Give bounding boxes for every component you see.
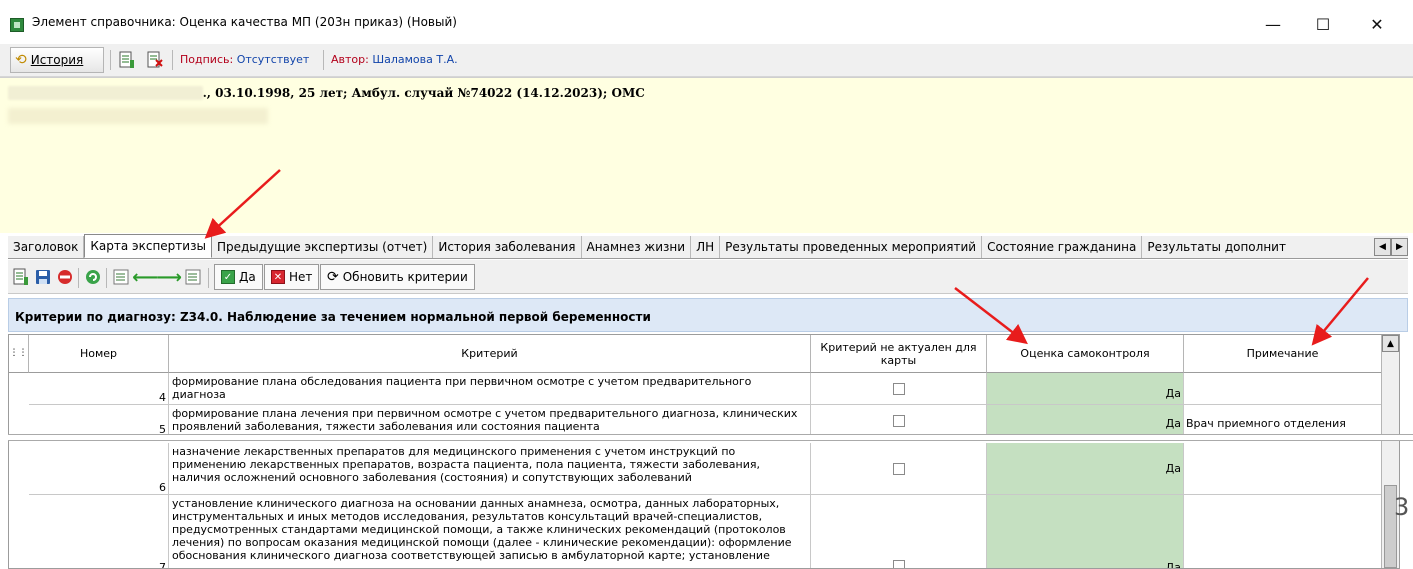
table-row-score[interactable]: Да: [987, 405, 1184, 437]
toolbar-separator: [172, 50, 173, 70]
toolbar-separator: [110, 50, 111, 70]
check-icon: ✓: [221, 270, 235, 284]
screenshot-seam: [8, 434, 1413, 441]
tab-additional-results[interactable]: Результаты дополнит: [1142, 236, 1291, 258]
refresh-green-icon[interactable]: [84, 268, 102, 286]
yes-button[interactable]: ✓ Да: [214, 264, 263, 290]
list-icon[interactable]: [112, 268, 130, 286]
expertise-toolbar: ⟵ ⟶ ✓ Да ✕ Нет ⟳ Обновить критерии: [8, 260, 1408, 294]
column-header-not-applicable[interactable]: Критерий не актуален для карты: [811, 335, 987, 373]
tab-activity-results[interactable]: Результаты проведенных мероприятий: [720, 236, 983, 258]
signature-status: Подпись: Отсутствует: [180, 53, 310, 66]
table-row-na-cell: [811, 373, 987, 405]
table-row-number: 7: [29, 495, 169, 568]
save-icon[interactable]: [34, 268, 52, 286]
not-applicable-checkbox[interactable]: [892, 382, 905, 395]
author-info: Автор: Шаламова Т.А.: [331, 53, 458, 66]
tab-previous-expertise[interactable]: Предыдущие экспертизы (отчет): [212, 236, 434, 258]
table-row-na-cell: [811, 443, 987, 495]
table-row-number: 6: [29, 443, 169, 495]
table-row-score[interactable]: Да: [987, 443, 1184, 495]
arrow-right-icon[interactable]: ⟶: [156, 267, 182, 288]
close-button[interactable]: ✕: [1354, 8, 1400, 40]
table-row-note[interactable]: [1184, 495, 1382, 568]
column-header-self-control[interactable]: Оценка самоконтроля: [987, 335, 1184, 373]
toolbar-separator: [208, 268, 209, 288]
table-row-number: 5: [29, 405, 169, 437]
refresh-criteria-button[interactable]: ⟳ Обновить критерии: [320, 264, 475, 290]
cross-icon: ✕: [271, 270, 285, 284]
patient-summary: ХХХХХХХХХХХ ХХХ ХХХХХХ., 03.10.1998, 25 …: [8, 86, 645, 100]
minimize-button[interactable]: —: [1250, 8, 1296, 40]
arrow-left-icon[interactable]: ⟵: [132, 267, 158, 288]
toolbar-separator: [78, 268, 79, 288]
table-row-criterion: назначение лекарственных препаратов для …: [169, 443, 811, 495]
tab-citizen-state[interactable]: Состояние гражданина: [982, 236, 1143, 258]
table-row-criterion: формирование плана лечения при первичном…: [169, 405, 811, 437]
remove-signature-icon[interactable]: [146, 51, 164, 69]
tab-bar: Заголовок Карта экспертизы Предыдущие эк…: [8, 234, 1408, 259]
not-applicable-checkbox[interactable]: [892, 414, 905, 427]
criteria-header: Критерии по диагнозу: Z34.0. Наблюдение …: [8, 298, 1408, 332]
toolbar-separator: [323, 50, 324, 70]
table-row-score[interactable]: Да: [987, 495, 1184, 568]
column-header-note[interactable]: Примечание: [1184, 335, 1382, 373]
tab-ln[interactable]: ЛН: [691, 236, 721, 258]
scroll-up-icon[interactable]: ▲: [1382, 335, 1399, 352]
app-icon: [10, 18, 24, 32]
sign-document-icon[interactable]: [118, 51, 136, 69]
list-icon[interactable]: [184, 268, 202, 286]
document-edit-icon[interactable]: [12, 268, 30, 286]
no-button[interactable]: ✕ Нет: [264, 264, 320, 290]
history-label: История: [30, 53, 84, 67]
row-selector-icon[interactable]: ⋮⋮: [9, 335, 29, 373]
column-header-criterion[interactable]: Критерий: [169, 335, 811, 373]
redacted-name: ХХХХХХХХХХХ ХХХ ХХХХХХ: [8, 86, 203, 100]
tab-expertise-map[interactable]: Карта экспертизы: [84, 234, 212, 258]
table-row-criterion: установление клинического диагноза на ос…: [169, 495, 811, 568]
tab-disease-history[interactable]: История заболевания: [433, 236, 582, 258]
table-row-score[interactable]: Да: [987, 373, 1184, 405]
not-applicable-checkbox[interactable]: [892, 462, 905, 475]
tab-scroll-left-icon[interactable]: ◀: [1374, 238, 1391, 256]
table-row-number: 4: [29, 373, 169, 405]
table-row-na-cell: [811, 405, 987, 437]
history-icon: ⟲: [15, 52, 27, 68]
criteria-table: ⋮⋮ Номер Критерий Критерий не актуален д…: [8, 334, 1400, 569]
vertical-scrollbar[interactable]: ▲: [1381, 335, 1399, 568]
tab-life-anamnesis[interactable]: Анамнез жизни: [582, 236, 692, 258]
toolbar-separator: [106, 268, 107, 288]
main-toolbar: ⟲ История Подпись: Отсутствует Автор: Ша…: [0, 44, 1413, 77]
table-row-na-cell: [811, 495, 987, 568]
table-row-note[interactable]: [1184, 443, 1382, 495]
side-mark: 3: [1394, 493, 1410, 521]
patient-info-panel: ХХХХХХХХХХХ ХХХ ХХХХХХ., 03.10.1998, 25 …: [0, 77, 1413, 233]
redacted-address: [8, 108, 268, 124]
tab-scroll: ◀ ▶: [1374, 238, 1408, 256]
history-button[interactable]: ⟲ История: [10, 47, 104, 73]
maximize-button[interactable]: ☐: [1300, 8, 1346, 40]
table-row-note[interactable]: Врач приемного отделения: [1184, 405, 1382, 437]
not-applicable-checkbox[interactable]: [892, 560, 905, 568]
window-title: Элемент справочника: Оценка качества МП …: [32, 15, 457, 29]
tab-scroll-right-icon[interactable]: ▶: [1391, 238, 1408, 256]
stop-icon[interactable]: [56, 268, 74, 286]
table-row-note[interactable]: [1184, 373, 1382, 405]
table-row-criterion: формирование плана обследования пациента…: [169, 373, 811, 405]
window-titlebar: Элемент справочника: Оценка качества МП …: [0, 0, 1413, 44]
refresh-icon: ⟳: [327, 269, 339, 285]
tab-header[interactable]: Заголовок: [8, 236, 85, 258]
column-header-number[interactable]: Номер: [29, 335, 169, 373]
